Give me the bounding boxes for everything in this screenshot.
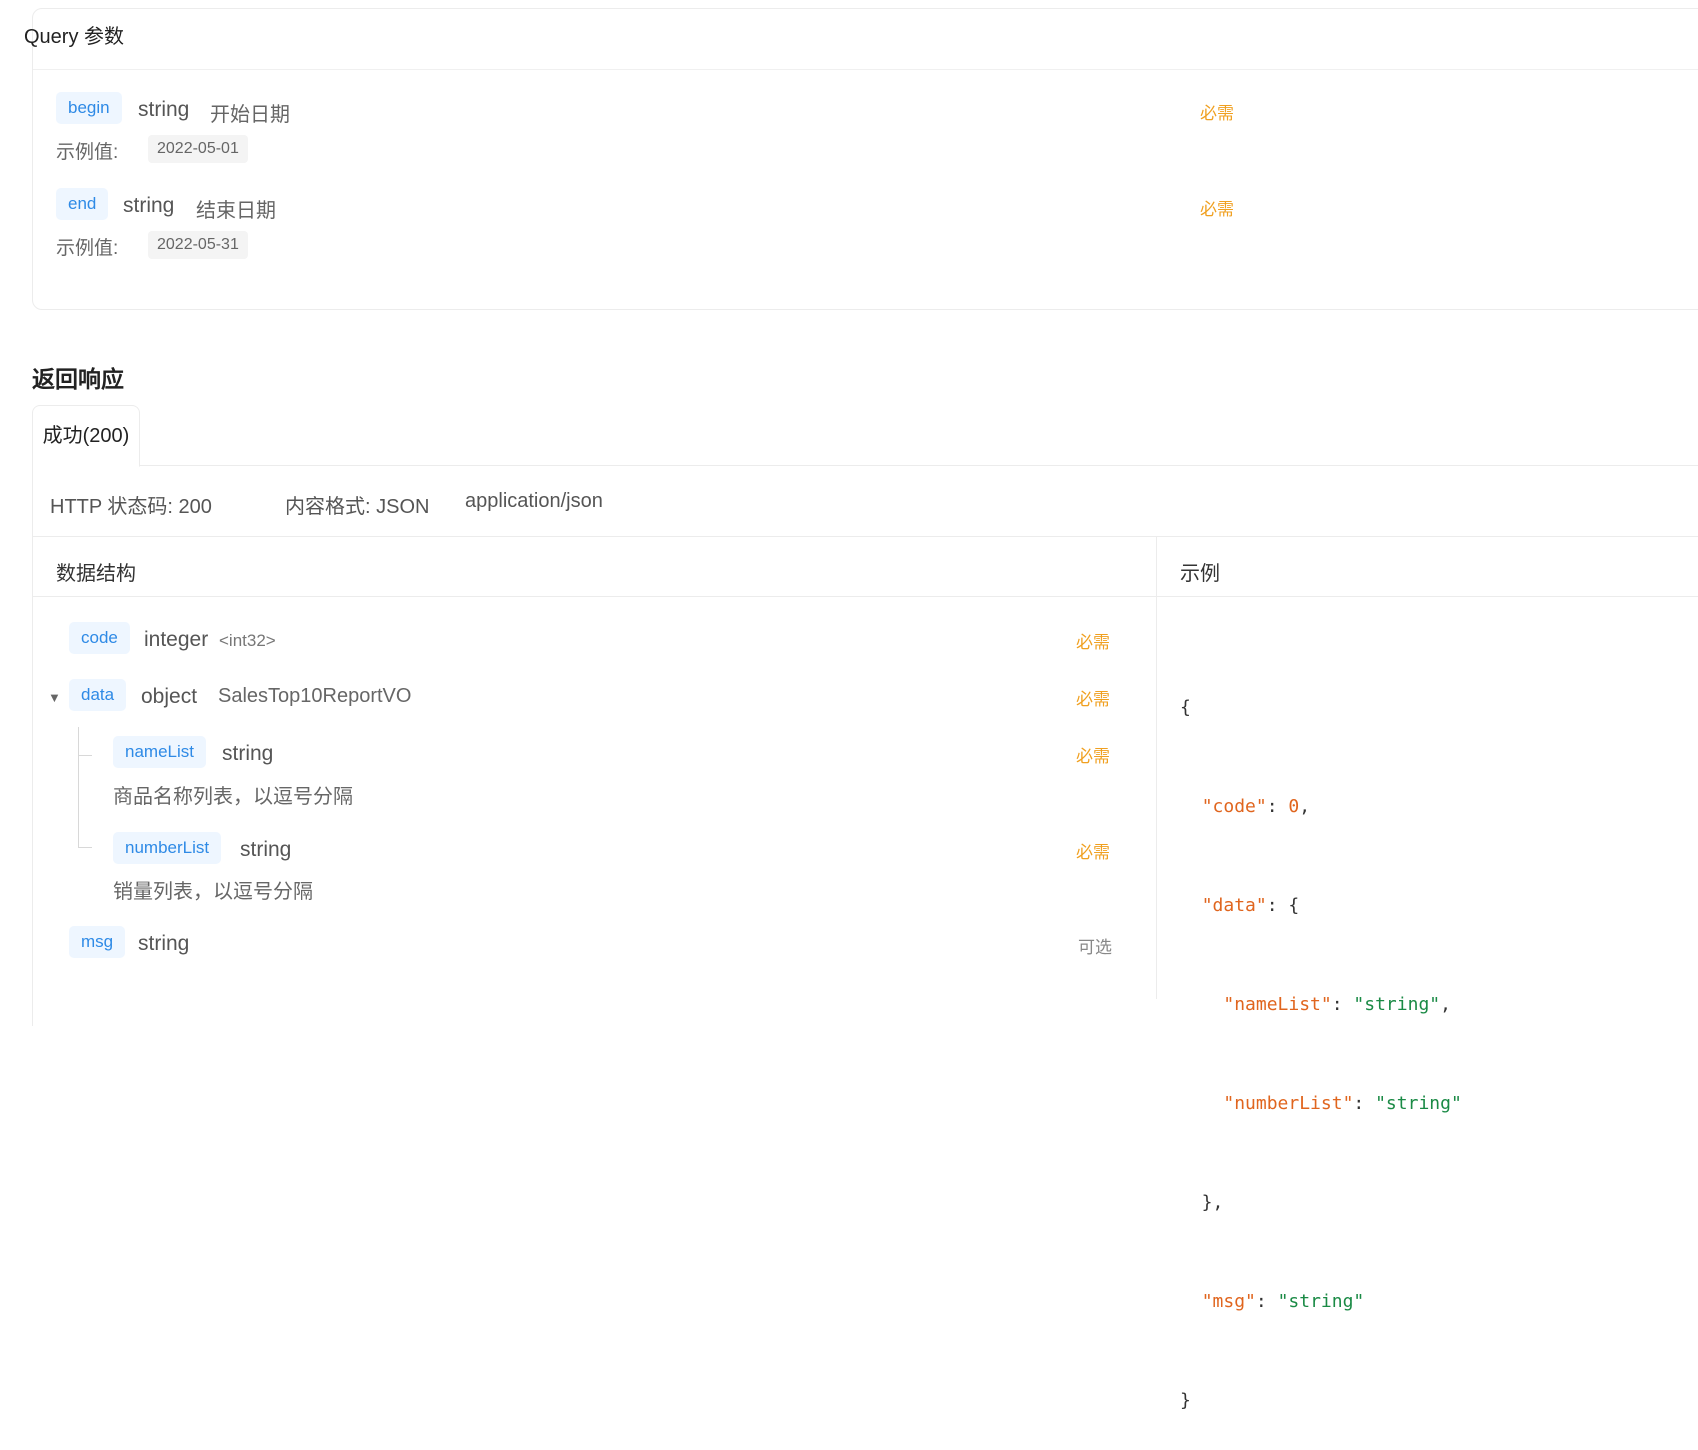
param-desc-end: 结束日期	[196, 200, 276, 222]
field-name-code: code	[69, 622, 130, 654]
field-optional-msg: 可选	[1078, 938, 1112, 957]
response-example-code: { "code": 0, "data": { "nameList": "stri…	[1180, 625, 1462, 1450]
param-example-label-begin: 示例值:	[56, 142, 119, 163]
http-status-code: HTTP 状态码: 200	[50, 496, 212, 518]
param-required-end: 必需	[1200, 200, 1234, 219]
response-tabbar: 成功(200)	[32, 405, 1698, 467]
column-divider	[1156, 536, 1157, 999]
mime-type: application/json	[465, 490, 603, 512]
code-line: "data": {	[1201, 895, 1300, 916]
tree-elbow-namelist	[78, 755, 92, 756]
field-required-data: 必需	[1076, 690, 1110, 709]
param-type-begin: string	[138, 98, 190, 121]
param-example-label-end: 示例值:	[56, 238, 119, 259]
divider-meta	[33, 536, 1698, 537]
param-name-begin: begin	[56, 92, 122, 124]
field-desc-numberlist: 销量列表，以逗号分隔	[113, 881, 313, 903]
field-required-numberlist: 必需	[1076, 843, 1110, 862]
tree-elbow-numberlist	[78, 847, 92, 848]
param-example-begin: 2022-05-01	[148, 135, 248, 163]
field-type-numberlist: string	[240, 838, 292, 861]
divider-headers	[33, 596, 1698, 597]
field-type-data: object	[141, 685, 198, 708]
collapse-data-caret-icon[interactable]: ▼	[48, 690, 61, 705]
tab-success-200[interactable]: 成功(200)	[32, 405, 140, 467]
query-params-card	[32, 8, 1698, 310]
param-name-end: end	[56, 188, 109, 220]
code-line: },	[1180, 1192, 1224, 1213]
tree-connector	[78, 727, 79, 847]
param-type-end: string	[123, 194, 175, 217]
code-line: "nameList": "string",	[1223, 994, 1451, 1015]
param-required-begin: 必需	[1200, 104, 1234, 123]
field-required-namelist: 必需	[1076, 747, 1110, 766]
field-name-namelist: nameList	[113, 736, 206, 768]
param-desc-begin: 开始日期	[210, 104, 290, 126]
field-required-code: 必需	[1076, 633, 1110, 652]
code-line: "numberList": "string"	[1223, 1093, 1462, 1114]
example-header: 示例	[1180, 563, 1220, 585]
query-params-header	[33, 9, 1698, 70]
content-format: 内容格式: JSON	[285, 496, 430, 518]
schema-header: 数据结构	[56, 563, 136, 585]
code-line: }	[1180, 1390, 1191, 1411]
param-example-end: 2022-05-31	[148, 231, 248, 259]
code-line: "code": 0,	[1201, 796, 1311, 817]
field-type-namelist: string	[222, 742, 274, 765]
query-params-title: Query 参数	[24, 26, 125, 48]
field-desc-namelist: 商品名称列表，以逗号分隔	[113, 786, 353, 808]
field-name-data[interactable]: data	[69, 679, 127, 711]
code-line: "msg": "string"	[1201, 1291, 1365, 1312]
field-type-code: integer	[144, 628, 209, 651]
response-section-title: 返回响应	[32, 366, 124, 392]
field-ref-data: SalesTop10ReportVO	[218, 685, 412, 707]
code-line: {	[1180, 697, 1191, 718]
field-name-numberlist: numberList	[113, 832, 222, 864]
field-type-msg: string	[138, 932, 190, 955]
field-name-msg: msg	[69, 926, 126, 958]
field-format-code: <int32>	[219, 631, 276, 650]
